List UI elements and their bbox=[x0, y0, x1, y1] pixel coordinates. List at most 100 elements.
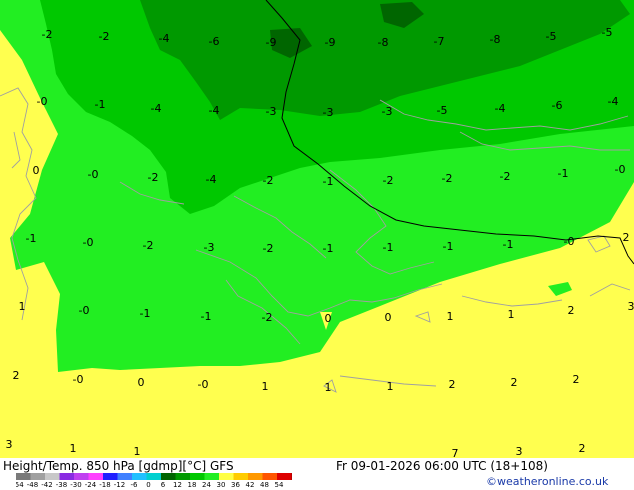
weather-map: -2 -2 -4 -6 -9 -9 -8 -7 -8 -5 -5 -0 -1 -4 -4 -3 -3 -3 -5 -4… bbox=[0, 0, 634, 458]
contour-label: -1 bbox=[503, 238, 514, 251]
contour-label: -4 bbox=[608, 95, 619, 108]
contour-label: -2 bbox=[42, 28, 53, 41]
contour-label: 3 bbox=[516, 445, 523, 458]
contour-label: -2 bbox=[263, 242, 274, 255]
contour-label: -2 bbox=[383, 174, 394, 187]
color-swatch bbox=[74, 473, 89, 480]
credit-link[interactable]: ©weatheronline.co.uk bbox=[486, 475, 608, 488]
scale-tick-label: -6 bbox=[131, 481, 139, 487]
contour-label: 2 bbox=[573, 373, 580, 386]
contour-label: -9 bbox=[266, 36, 277, 49]
contour-label: 0 bbox=[138, 376, 145, 389]
scale-tick-label: -38 bbox=[56, 481, 67, 487]
contour-label: -4 bbox=[159, 32, 170, 45]
contour-label: -2 bbox=[442, 172, 453, 185]
contour-label: -2 bbox=[143, 239, 154, 252]
color-scale-ticks: -54-48-42 -38-30 -24-18 -12 -6 0 6 12 18 24 30 36 42… bbox=[16, 481, 284, 487]
scale-tick-label: 54 bbox=[275, 481, 284, 487]
color-swatch bbox=[45, 473, 60, 480]
contour-label: 1 bbox=[262, 380, 269, 393]
contour-label: 2 bbox=[13, 369, 20, 382]
scale-tick-label: 30 bbox=[217, 481, 226, 487]
contour-label: -0 bbox=[37, 95, 48, 108]
color-swatch bbox=[88, 473, 104, 480]
contour-label: -4 bbox=[495, 102, 506, 115]
contour-label: -1 bbox=[140, 307, 151, 320]
scale-tick-label: -18 bbox=[99, 481, 110, 487]
map-canvas: -2 -2 -4 -6 -9 -9 -8 -7 -8 -5 -5 -0 -1 -4 -4 -3 -3 -3 -5 -4… bbox=[0, 0, 634, 458]
contour-label: 2 bbox=[568, 304, 575, 317]
color-swatch bbox=[291, 473, 292, 480]
contour-label: -2 bbox=[99, 30, 110, 43]
contour-label: -5 bbox=[546, 30, 557, 43]
contour-label: -2 bbox=[500, 170, 511, 183]
color-swatch bbox=[161, 473, 176, 480]
contour-label: -2 bbox=[262, 311, 273, 324]
contour-label: 7 bbox=[452, 447, 459, 458]
scale-tick-label: -24 bbox=[85, 481, 97, 487]
scale-tick-label: 42 bbox=[246, 481, 255, 487]
contour-label: -0 bbox=[564, 235, 575, 248]
contour-label: -3 bbox=[382, 105, 393, 118]
valid-time: Fr 09-01-2026 06:00 UTC (18+108) bbox=[336, 459, 548, 473]
contour-label: -1 bbox=[323, 175, 334, 188]
color-swatch bbox=[146, 473, 162, 480]
scale-tick-label: -30 bbox=[70, 481, 81, 487]
chart-title: Height/Temp. 850 hPa [gdmp][°C] GFS bbox=[3, 459, 234, 473]
contour-label: 3 bbox=[628, 300, 634, 313]
contour-label: -1 bbox=[443, 240, 454, 253]
color-swatch bbox=[117, 473, 133, 480]
scale-tick-label: -12 bbox=[114, 481, 125, 487]
contour-label: -2 bbox=[148, 171, 159, 184]
contour-label: -9 bbox=[325, 36, 336, 49]
contour-label: -1 bbox=[323, 242, 334, 255]
contour-label: 1 bbox=[508, 308, 515, 321]
contour-label: -6 bbox=[209, 35, 220, 48]
color-swatch bbox=[59, 473, 75, 480]
contour-label: 1 bbox=[70, 442, 77, 455]
contour-label: -5 bbox=[602, 26, 613, 39]
color-swatch bbox=[30, 473, 46, 480]
scale-tick-label: 48 bbox=[260, 481, 269, 487]
color-swatch bbox=[175, 473, 191, 480]
color-swatch bbox=[277, 473, 292, 480]
contour-label: 2 bbox=[511, 376, 518, 389]
contour-label: -1 bbox=[201, 310, 212, 323]
color-swatch bbox=[262, 473, 278, 480]
color-swatch bbox=[190, 473, 205, 480]
contour-label: -3 bbox=[323, 106, 334, 119]
temperature-fill bbox=[0, 0, 634, 458]
contour-label: 0 bbox=[33, 164, 40, 177]
contour-label: -0 bbox=[79, 304, 90, 317]
contour-label: 1 bbox=[134, 445, 141, 458]
scale-tick-label: 24 bbox=[202, 481, 211, 487]
scale-tick-label: 36 bbox=[231, 481, 240, 487]
color-swatch bbox=[103, 473, 118, 480]
contour-label: -3 bbox=[266, 105, 277, 118]
scale-tick-label: 12 bbox=[173, 481, 182, 487]
scale-tick-label: 6 bbox=[161, 481, 166, 487]
contour-label: 1 bbox=[447, 310, 454, 323]
contour-label: -1 bbox=[95, 98, 106, 111]
color-swatch bbox=[16, 473, 31, 480]
contour-label: -0 bbox=[83, 236, 94, 249]
color-swatch bbox=[233, 473, 249, 480]
contour-label: -8 bbox=[490, 33, 501, 46]
color-swatch bbox=[204, 473, 220, 480]
color-scale: -54-48-42 -38-30 -24-18 -12 -6 0 6 12 18 24 30 36 42… bbox=[16, 473, 292, 487]
scale-tick-label: 18 bbox=[188, 481, 197, 487]
contour-label: -5 bbox=[437, 104, 448, 117]
contour-label: -4 bbox=[206, 173, 217, 186]
contour-label: -3 bbox=[204, 241, 215, 254]
contour-label: -4 bbox=[209, 104, 220, 117]
scale-tick-label: -42 bbox=[41, 481, 52, 487]
contour-label: -4 bbox=[151, 102, 162, 115]
contour-label: 2 bbox=[623, 231, 630, 244]
scale-tick-label: -48 bbox=[27, 481, 38, 487]
contour-label: 3 bbox=[6, 438, 13, 451]
contour-label: 1 bbox=[387, 380, 394, 393]
contour-label: -0 bbox=[615, 163, 626, 176]
contour-label: -0 bbox=[88, 168, 99, 181]
contour-label: 0 bbox=[325, 312, 332, 325]
contour-label: -6 bbox=[552, 99, 563, 112]
